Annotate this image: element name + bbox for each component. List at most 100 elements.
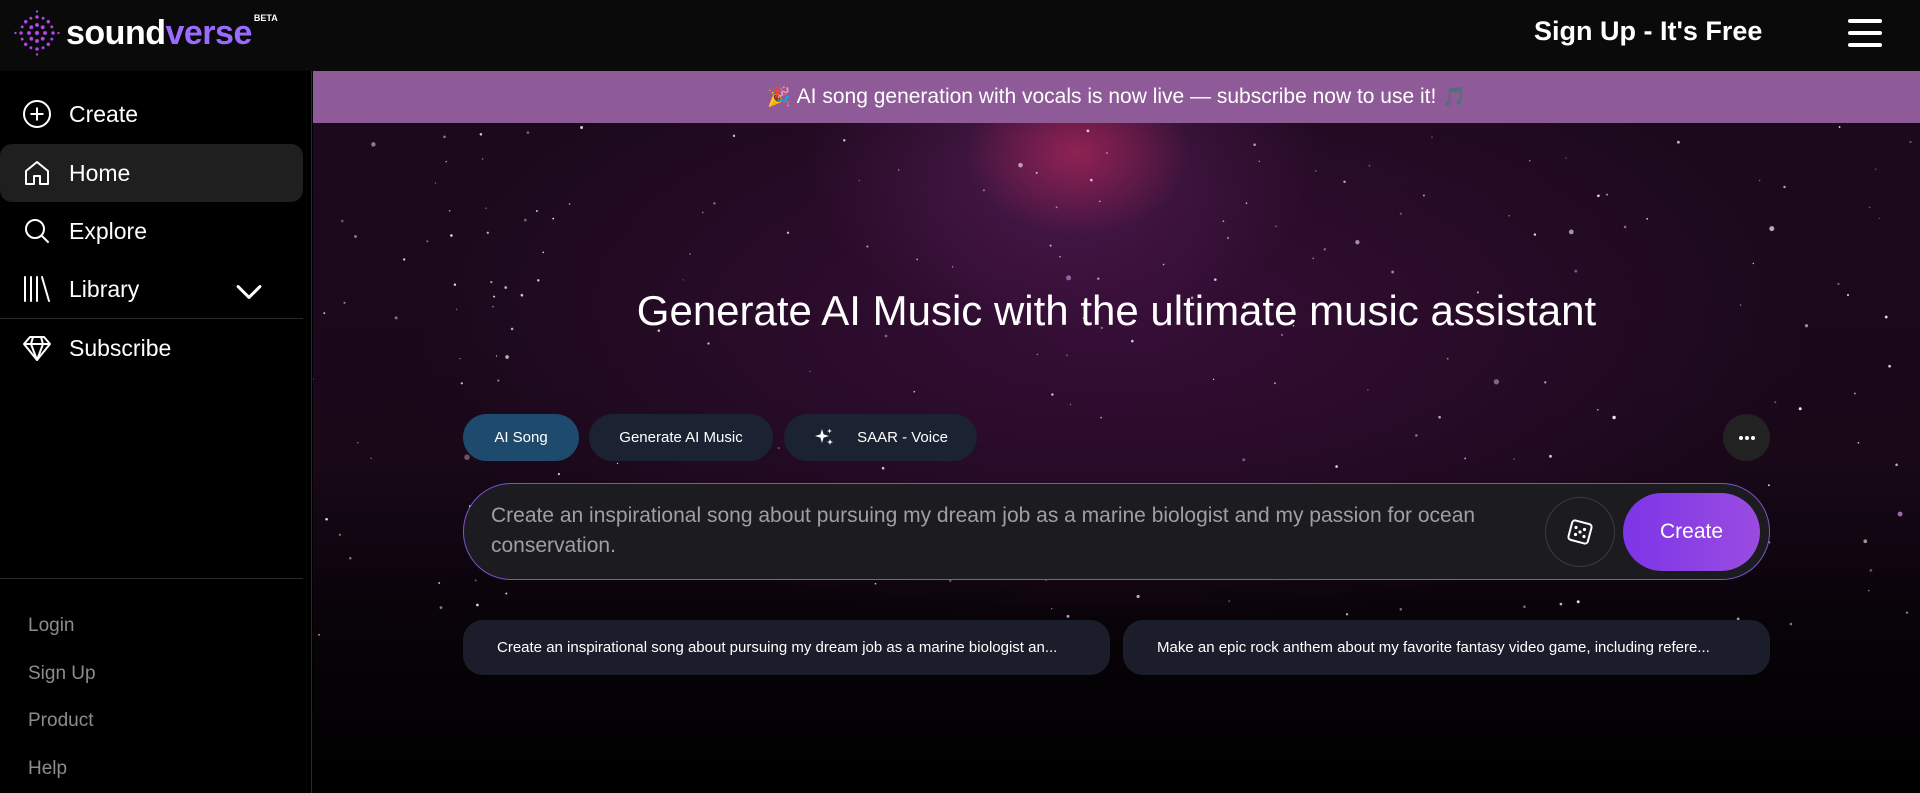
star <box>881 466 885 470</box>
star <box>1574 269 1578 273</box>
star <box>1863 539 1868 544</box>
star <box>338 533 342 537</box>
sidebar-item-label: Home <box>69 159 131 186</box>
star <box>1431 136 1433 138</box>
random-prompt-button[interactable] <box>1545 497 1615 567</box>
suggestion-chip[interactable]: Make an epic rock anthem about my favori… <box>1123 620 1770 675</box>
star <box>426 240 429 243</box>
create-button[interactable]: Create <box>1623 493 1760 571</box>
dice-icon <box>1567 519 1593 545</box>
star <box>481 158 484 160</box>
star <box>1769 226 1775 232</box>
star <box>1090 178 1093 182</box>
star <box>1897 511 1903 517</box>
star <box>1059 255 1061 258</box>
prompt-input[interactable]: Create an inspirational song about pursu… <box>491 501 1491 561</box>
star <box>356 441 359 444</box>
star <box>982 189 985 192</box>
star <box>952 266 954 268</box>
sidebar-footer-divider <box>0 578 303 579</box>
star <box>568 203 571 205</box>
product-link[interactable]: Product <box>28 710 93 732</box>
hamburger-icon[interactable] <box>1848 19 1882 47</box>
star <box>1315 170 1317 172</box>
star <box>1596 408 1599 411</box>
star <box>523 218 527 222</box>
logo[interactable]: soundverse BETA <box>14 10 278 56</box>
main-content: 🎉 AI song generation with vocals is now … <box>313 71 1920 793</box>
star <box>490 280 493 284</box>
star <box>354 235 357 238</box>
banner-text: AI song generation with vocals is now li… <box>796 85 1437 108</box>
star <box>1868 589 1870 592</box>
tab-saar-voice[interactable]: SAAR - Voice <box>784 414 977 461</box>
star <box>349 556 352 560</box>
star <box>1493 379 1500 385</box>
signup-link[interactable]: Sign Up <box>28 663 96 685</box>
star <box>434 182 437 184</box>
star <box>1275 225 1277 227</box>
star <box>1368 164 1371 167</box>
star <box>438 582 441 584</box>
star <box>1606 193 1609 196</box>
star <box>1051 393 1054 396</box>
logo-word-sound: sound <box>66 14 166 52</box>
star <box>1391 270 1395 274</box>
star <box>707 342 710 345</box>
star <box>858 179 861 182</box>
star <box>1676 140 1680 144</box>
star <box>1565 157 1567 159</box>
star <box>537 279 540 282</box>
star <box>1544 381 1547 384</box>
star <box>1508 215 1510 217</box>
announcement-banner[interactable]: 🎉 AI song generation with vocals is now … <box>313 71 1920 123</box>
star <box>479 133 483 136</box>
star <box>1767 484 1770 487</box>
sidebar-item-explore[interactable]: Explore <box>0 202 303 260</box>
star <box>1853 392 1856 395</box>
star <box>1098 200 1101 203</box>
star <box>1367 389 1369 391</box>
star <box>580 126 584 129</box>
library-icon <box>24 276 50 302</box>
sidebar-item-label: Explore <box>69 217 147 244</box>
star <box>1888 364 1891 368</box>
star <box>1438 415 1441 419</box>
chevron-down-icon[interactable] <box>234 277 264 307</box>
star <box>1242 458 1246 462</box>
star <box>1131 339 1134 343</box>
star <box>552 217 555 220</box>
search-icon <box>25 219 49 243</box>
sidebar-item-label: Create <box>69 100 139 127</box>
star <box>495 355 498 357</box>
help-link[interactable]: Help <box>28 758 67 780</box>
sidebar: Create Home Explore Library Subscribe Lo… <box>0 71 312 793</box>
sidebar-item-home[interactable]: Home <box>0 144 303 202</box>
signup-free-button[interactable]: Sign Up - It's Free <box>1534 16 1762 47</box>
star <box>1253 143 1256 147</box>
sidebar-item-create[interactable]: Create <box>0 85 303 143</box>
star <box>1838 126 1841 128</box>
home-icon <box>25 161 49 185</box>
star <box>1069 403 1072 406</box>
suggestion-chip[interactable]: Create an inspirational song about pursu… <box>463 620 1110 675</box>
star <box>370 457 372 460</box>
page-title: Generate AI Music with the ultimate musi… <box>636 287 1597 334</box>
more-options-button[interactable] <box>1723 414 1770 461</box>
beta-badge: BETA <box>253 13 278 23</box>
prompt-container: Create an inspirational song about pursu… <box>463 483 1770 580</box>
star <box>777 447 780 450</box>
star <box>1312 257 1314 260</box>
star <box>1066 275 1072 281</box>
tab-generate-ai-music[interactable]: Generate AI Music <box>589 414 773 461</box>
tab-ai-song[interactable]: AI Song <box>463 414 579 461</box>
sidebar-item-label: Subscribe <box>69 334 172 361</box>
sidebar-item-library[interactable]: Library <box>0 260 303 318</box>
sidebar-item-subscribe[interactable]: Subscribe <box>0 319 303 377</box>
login-link[interactable]: Login <box>28 615 75 637</box>
star <box>1018 162 1023 168</box>
star <box>1335 465 1338 468</box>
star <box>1789 622 1793 626</box>
star <box>1399 212 1402 215</box>
star <box>505 355 509 359</box>
